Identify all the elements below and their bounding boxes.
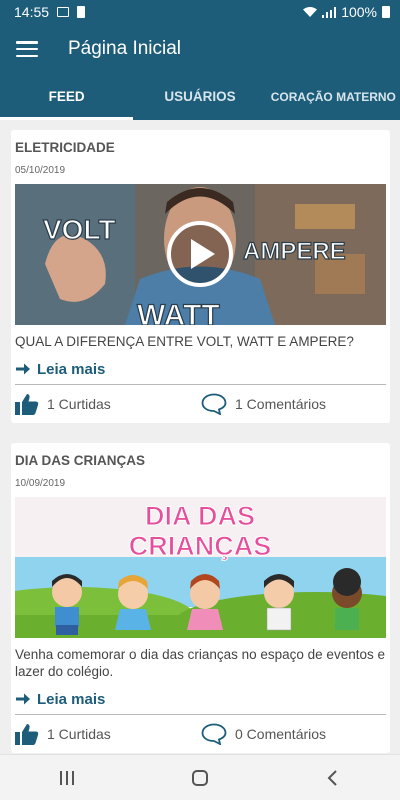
battery-notification-icon [77,6,86,18]
thumbs-up-icon [15,393,39,415]
likes-count: 1 Curtidas [47,395,111,412]
kid-5 [332,567,362,630]
ampere-label: AMPERE [243,238,346,265]
speech-bubble-icon [201,393,227,415]
arrow-right-icon [16,363,30,375]
post-actions: 1 Curtidas 1 Comentários [11,385,390,423]
video-thumbnail-image: VOLT AMPERE WATT [15,184,386,325]
kid-3 [187,573,223,630]
post-video-thumbnail[interactable]: VOLT AMPERE WATT [15,184,386,325]
status-time: 14:55 [14,4,50,20]
play-icon[interactable] [167,221,233,287]
speech-bubble-icon [201,723,227,745]
post-date: 10/09/2019 [15,477,66,489]
tab-usuarios[interactable]: USUÁRIOS [133,74,266,120]
image-heading-line1: DIA DAS [145,501,255,531]
comment-button[interactable]: 1 Comentários [201,393,326,415]
watt-label: WATT [137,299,220,325]
childrens-day-image: DIA DAS CRIANÇAS [15,496,386,638]
status-bar: 14:55 100% [0,0,400,24]
post-title: DIA DAS CRIANÇAS [15,452,146,468]
tab-bar: FEED USUÁRIOS CORAÇÃO MATERNO [0,74,400,120]
read-more-link[interactable]: Leia mais [11,681,390,714]
like-button[interactable]: 1 Curtidas [15,393,201,415]
comments-count: 1 Comentários [235,395,327,412]
like-button[interactable]: 1 Curtidas [15,723,201,745]
image-heading-line2: CRIANÇAS [129,531,272,561]
post-text: Venha comemorar o dia das crianças no es… [15,646,385,680]
tab-feed[interactable]: FEED [0,74,134,120]
feed-list[interactable]: ELETRICIDADE 05/10/2019 VOLT AMPERE WATT [0,120,400,754]
post-card: ELETRICIDADE 05/10/2019 VOLT AMPERE WATT [11,130,390,423]
battery-icon [382,6,390,18]
tab-coracao-materno[interactable]: CORAÇÃO MATERNO [267,74,400,120]
thumbs-up-icon [15,723,39,745]
gallery-notification-icon [57,7,70,17]
post-image[interactable]: DIA DAS CRIANÇAS [15,496,386,638]
recent-apps-icon [59,770,74,785]
back-icon [327,769,338,786]
post-text: QUAL A DIFERENÇA ENTRE VOLT, WATT E AMPE… [15,334,354,349]
battery-percent: 100% [341,4,377,20]
post-title: ELETRICIDADE [15,140,115,155]
post-actions: 1 Curtidas 0 Comentários [11,715,390,753]
page-title: Página Inicial [68,38,182,59]
read-more-label: Leia mais [37,360,106,378]
app-bar: Página Inicial [0,24,400,74]
wifi-icon [303,7,318,17]
signal-icon [322,6,337,18]
kid-4 [264,573,294,630]
comment-button[interactable]: 0 Comentários [201,723,326,745]
post-card: DIA DAS CRIANÇAS 10/09/2019 DIA DAS CRIA… [11,442,390,753]
read-more-label: Leia mais [37,690,106,708]
home-button[interactable] [170,758,230,798]
comments-count: 0 Comentários [235,725,327,742]
home-icon [191,769,208,786]
system-navigation-bar [0,754,400,800]
post-date: 05/10/2019 [15,165,66,176]
back-button[interactable] [303,758,363,798]
likes-count: 1 Curtidas [47,725,111,742]
hamburger-icon[interactable] [16,41,38,57]
arrow-right-icon [16,693,30,705]
recent-apps-button[interactable] [37,758,97,798]
read-more-link[interactable]: Leia mais [11,351,390,384]
volt-label: VOLT [43,214,116,245]
